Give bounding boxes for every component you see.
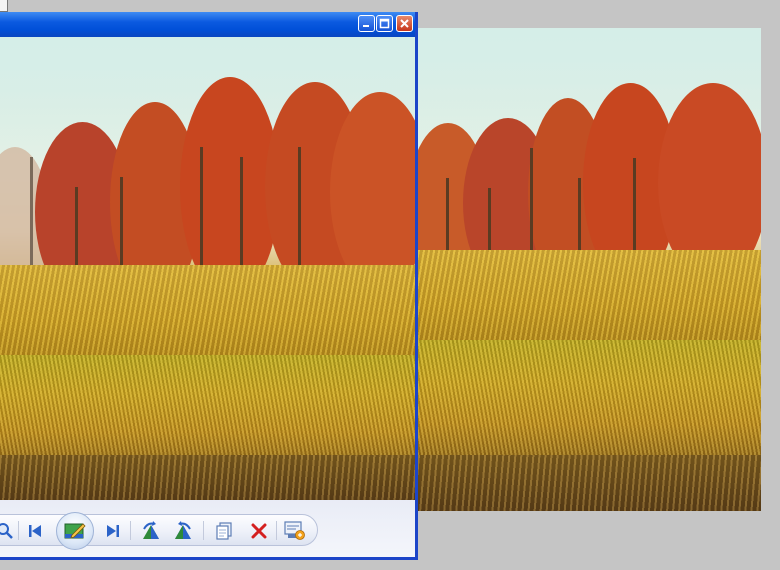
edit-picture-icon <box>64 523 86 539</box>
magnifier-icon <box>0 523 13 539</box>
minimize-button[interactable] <box>358 15 375 32</box>
reed-bank <box>418 250 761 350</box>
grass-meadow <box>0 355 415 465</box>
rotate-clockwise-button[interactable] <box>140 520 162 542</box>
delete-button[interactable] <box>248 520 270 542</box>
zoom-button[interactable] <box>0 520 16 542</box>
viewer-toolbar <box>0 500 415 557</box>
marsh-foreground <box>0 455 415 500</box>
next-button[interactable] <box>102 520 124 542</box>
toolbar-separator <box>203 521 204 540</box>
skip-back-icon <box>29 525 41 537</box>
toolbar-separator <box>18 521 19 540</box>
minimize-icon <box>363 25 369 27</box>
photo-viewer-window <box>0 12 418 560</box>
copy-button[interactable] <box>213 520 235 542</box>
title-bar[interactable] <box>0 12 415 37</box>
properties-icon <box>284 521 305 540</box>
toolbar-separator <box>130 521 131 540</box>
rotate-counterclockwise-icon <box>175 521 191 539</box>
properties-button[interactable] <box>284 520 306 542</box>
rotate-counterclockwise-button[interactable] <box>172 520 194 542</box>
maximize-button[interactable] <box>376 15 393 32</box>
toolbar-separator <box>276 521 277 540</box>
copy-icon <box>216 522 232 540</box>
previous-button[interactable] <box>24 520 46 542</box>
marsh-foreground <box>418 455 761 511</box>
reed-bank <box>0 265 415 365</box>
close-icon <box>400 19 409 28</box>
rotate-clockwise-icon <box>143 521 159 539</box>
displayed-photo <box>0 37 415 500</box>
close-button[interactable] <box>396 15 413 32</box>
edit-button[interactable] <box>56 512 94 550</box>
desktop-corner-glyph <box>0 0 8 12</box>
delete-icon <box>251 523 267 539</box>
background-photo <box>418 28 761 511</box>
skip-forward-icon <box>107 525 119 537</box>
grass-meadow <box>418 340 761 460</box>
maximize-icon <box>379 18 390 29</box>
